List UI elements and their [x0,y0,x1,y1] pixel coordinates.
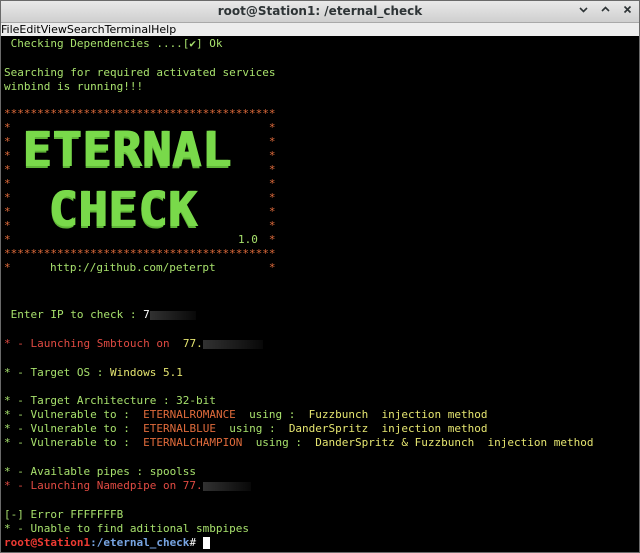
github-url: http://github.com/peterpt [50,261,216,274]
enter-ip-line: Enter IP to check : 7 [4,308,196,322]
enter-ip-label: Enter IP to check : [4,308,137,321]
deps-line: Checking Dependencies ....[✔] Ok [4,37,223,50]
shell-prompt[interactable]: root@Station1:/eternal_check# [4,536,210,550]
prompt-sign: # [189,536,203,549]
launch-smb-ip: 77. [182,337,203,350]
terminal-output[interactable]: Checking Dependencies ....[✔] Ok Searchi… [4,37,634,551]
menu-view[interactable]: View [41,23,67,36]
banner-border-top: ****************************************… [4,107,276,120]
menu-file[interactable]: File [1,23,19,36]
window-title: root@Station1: /eternal_check [217,4,423,18]
vuln-line: * - Vulnerable to : ETERNALROMANCE using… [4,408,488,422]
eternal-check-banner: ****************************************… [4,107,294,274]
prompt-path: :/eternal_check [90,536,190,549]
menu-edit[interactable]: Edit [19,23,40,36]
launch-named-text: * - Launching Namedpipe on 77. [4,479,203,492]
banner-border-bottom: ****************************************… [4,247,276,260]
close-icon[interactable] [620,4,635,19]
launch-smbtouch-line: * - Launching Smbtouch on 77. [4,337,263,351]
vuln-exploit: ETERNALCHAMPION [143,436,243,449]
vuln-exploit: ETERNALBLUE [143,422,216,435]
vuln-tool: Fuzzbunch [308,408,369,421]
vuln-prefix: * - Vulnerable to : [4,436,130,449]
target-os-line: * - Target OS : Windows 5.1 [4,366,183,380]
redacted-ip [149,310,196,320]
prompt-user: root@Station1 [4,536,91,549]
vuln-tool: DanderSpritz [288,422,369,435]
vuln-method: injection method [381,408,488,421]
vuln-line: * - Vulnerable to : ETERNALCHAMPION usin… [4,436,593,450]
menu-search[interactable]: Search [67,23,105,36]
vuln-method: injection method [487,436,594,449]
logo-check: CHECK [48,182,198,238]
enter-ip-value: 7 [143,308,150,321]
target-os-value: Windows 5.1 [109,366,183,379]
pipes-line: * - Available pipes : spoolss [4,465,197,478]
target-arch-line: * - Target Architecture : 32-bit [4,394,216,407]
vuln-using: using : [255,436,303,449]
title-bar[interactable]: root@Station1: /eternal_check [1,1,639,23]
redacted-ip [202,481,251,491]
vuln-tool: DanderSpritz & Fuzzbunch [315,436,475,449]
error-line: [-] Error FFFFFFFB [4,508,124,521]
menu-terminal[interactable]: Terminal [105,23,152,36]
vuln-using: using : [229,422,276,435]
chevron-down-icon[interactable] [576,4,591,19]
vuln-using: using : [249,408,296,421]
searching-line: Searching for required activated service… [4,66,276,79]
redacted-ip [202,339,263,349]
unable-line: * - Unable to find aditional smbpipes [4,522,250,535]
launch-smb-prefix: * - Launching Smbtouch on [4,337,170,350]
winbind-line: winbind is running!!! [4,80,144,93]
version-label: 1.0 [238,233,258,246]
vuln-prefix: * - Vulnerable to : [4,422,130,435]
launch-namedpipe-line: * - Launching Namedpipe on 77. [4,479,251,493]
chevron-up-icon[interactable] [598,4,613,19]
vuln-line: * - Vulnerable to : ETERNALBLUE using : … [4,422,488,436]
vuln-method: injection method [381,422,488,435]
target-os-prefix: * - Target OS : [4,366,104,379]
vuln-exploit: ETERNALROMANCE [143,408,236,421]
logo-eternal: ETERNAL [22,122,232,178]
vuln-prefix: * - Vulnerable to : [4,408,130,421]
text-cursor [202,537,210,549]
terminal-window: root@Station1: /eternal_check FileEditVi… [0,0,640,553]
menu-bar: FileEditViewSearchTerminalHelp [1,23,639,36]
menu-help[interactable]: Help [151,23,176,36]
